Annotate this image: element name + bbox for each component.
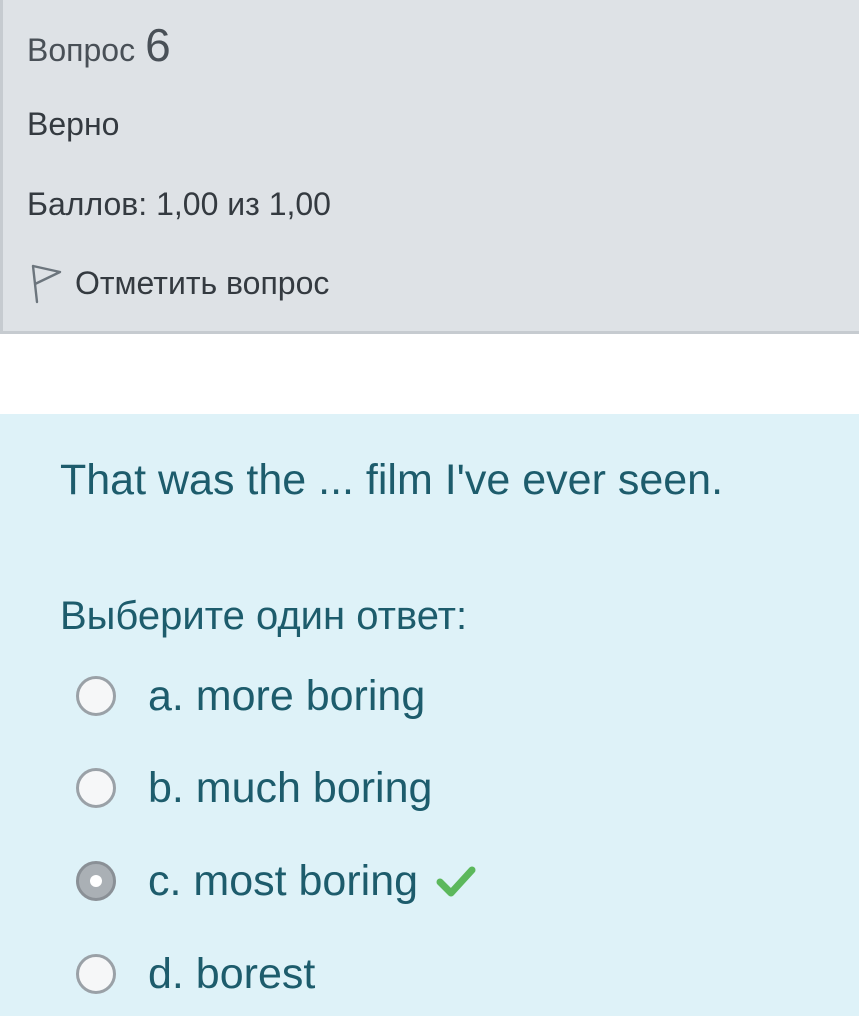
answer-label-d: d. borest (148, 949, 316, 998)
answer-prompt: Выберите один ответ: (60, 594, 468, 638)
question-text: That was the ... film I've ever seen. (60, 456, 724, 504)
question-number: 6 (145, 19, 171, 71)
question-state: Верно (27, 106, 120, 142)
answer-option-d[interactable]: d. borest (76, 944, 315, 1004)
answer-label-a: a. more boring (148, 671, 426, 720)
answer-radio-a[interactable] (76, 676, 116, 716)
question-grade: Баллов: 1,00 из 1,00 (27, 186, 331, 222)
flag-question-label: Отметить вопрос (75, 264, 330, 301)
answer-label-b: b. much boring (148, 763, 433, 812)
answer-radio-b[interactable] (76, 768, 116, 808)
check-icon (436, 866, 476, 897)
answer-option-c[interactable]: c. most boring (76, 851, 476, 911)
answer-label-c: c. most boring (148, 856, 419, 905)
answer-option-b[interactable]: b. much boring (76, 758, 432, 818)
answer-radio-d[interactable] (76, 954, 116, 994)
answer-option-a[interactable]: a. more boring (76, 666, 425, 726)
flag-icon (31, 264, 62, 304)
question-heading: Вопрос 6 (27, 18, 171, 72)
flag-question-link[interactable]: Отметить вопрос (27, 260, 329, 306)
answer-radio-c[interactable] (76, 861, 116, 901)
question-info-panel: Вопрос 6 Верно Баллов: 1,00 из 1,00 Отмет… (0, 0, 859, 334)
question-label: Вопрос (27, 32, 136, 68)
